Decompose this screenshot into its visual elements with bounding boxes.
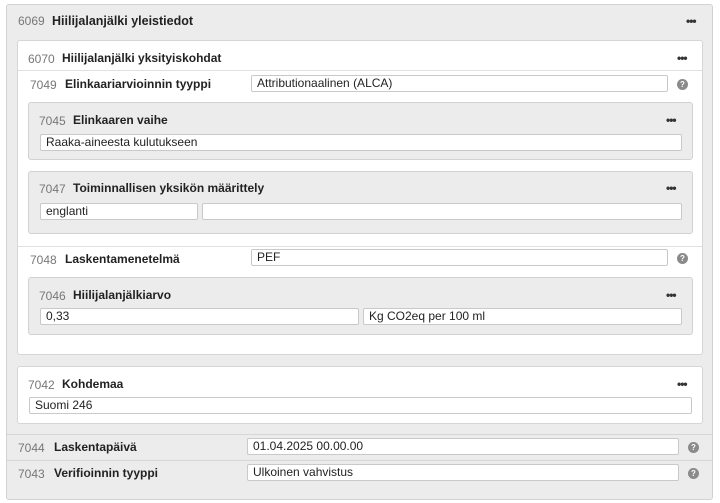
general-info-title: Hiilijalanjälki yleistiedot — [52, 14, 194, 28]
verification-field[interactable]: Ulkoinen vahvistus — [247, 464, 679, 481]
verification-help-icon[interactable]: ? — [688, 468, 699, 479]
calc-method-label: Laskentamenetelmä — [65, 252, 180, 266]
lifecycle-stage-menu-button[interactable]: ••• — [666, 114, 677, 126]
calc-method-divider — [18, 246, 702, 247]
details-code: 6070 — [28, 52, 55, 66]
calc-method-help-icon[interactable]: ? — [677, 253, 688, 264]
footprint-value-label: Hiilijalanjälkiarvo — [73, 288, 172, 302]
verification-label: Verifioinnin tyyppi — [54, 466, 159, 480]
footprint-value-code: 7046 — [39, 289, 66, 303]
verification-code: 7043 — [18, 467, 45, 481]
functional-unit-code: 7047 — [39, 182, 66, 196]
assessment-type-field[interactable]: Attributionaalinen (ALCA) — [251, 75, 668, 92]
footprint-value-menu-button[interactable]: ••• — [666, 289, 677, 301]
footprint-value-field[interactable]: 0,33 — [40, 308, 359, 325]
assessment-type-label: Elinkaariarvioinnin tyyppi — [65, 77, 212, 91]
target-country-code: 7042 — [28, 378, 55, 392]
target-country-panel — [17, 366, 703, 424]
target-country-field[interactable]: Suomi 246 — [29, 397, 692, 414]
lifecycle-stage-label: Elinkaaren vaihe — [73, 113, 168, 127]
details-menu-button[interactable]: ••• — [677, 52, 688, 64]
footprint-unit-field[interactable]: Kg CO2eq per 100 ml — [363, 308, 682, 325]
calc-date-field[interactable]: 01.04.2025 00.00.00 — [247, 438, 679, 455]
details-divider — [18, 70, 702, 71]
lifecycle-stage-panel — [28, 102, 693, 160]
target-country-menu-button[interactable]: ••• — [677, 378, 688, 390]
calc-date-divider — [7, 434, 712, 435]
functional-unit-menu-button[interactable]: ••• — [666, 182, 677, 194]
general-info-menu-button[interactable]: ••• — [686, 15, 697, 27]
functional-unit-language-field[interactable]: englanti — [40, 203, 198, 220]
functional-unit-label: Toiminnallisen yksikön määrittely — [73, 181, 265, 195]
lifecycle-stage-code: 7045 — [39, 114, 66, 128]
target-country-label: Kohdemaa — [62, 377, 124, 391]
calc-method-code: 7048 — [30, 253, 57, 267]
footprint-value-panel — [28, 277, 693, 335]
calc-date-help-icon[interactable]: ? — [688, 442, 699, 453]
assessment-type-code: 7049 — [30, 78, 57, 92]
verification-divider — [7, 460, 712, 461]
calc-method-field[interactable]: PEF — [251, 249, 668, 266]
general-info-code: 6069 — [18, 14, 45, 28]
calc-date-label: Laskentapäivä — [54, 440, 137, 454]
functional-unit-text-field[interactable] — [202, 203, 682, 220]
calc-date-code: 7044 — [18, 441, 45, 455]
details-title: Hiilijalanjälki yksityiskohdat — [62, 51, 222, 65]
assessment-type-help-icon[interactable]: ? — [677, 79, 688, 90]
lifecycle-stage-field[interactable]: Raaka-aineesta kulutukseen — [40, 134, 682, 151]
